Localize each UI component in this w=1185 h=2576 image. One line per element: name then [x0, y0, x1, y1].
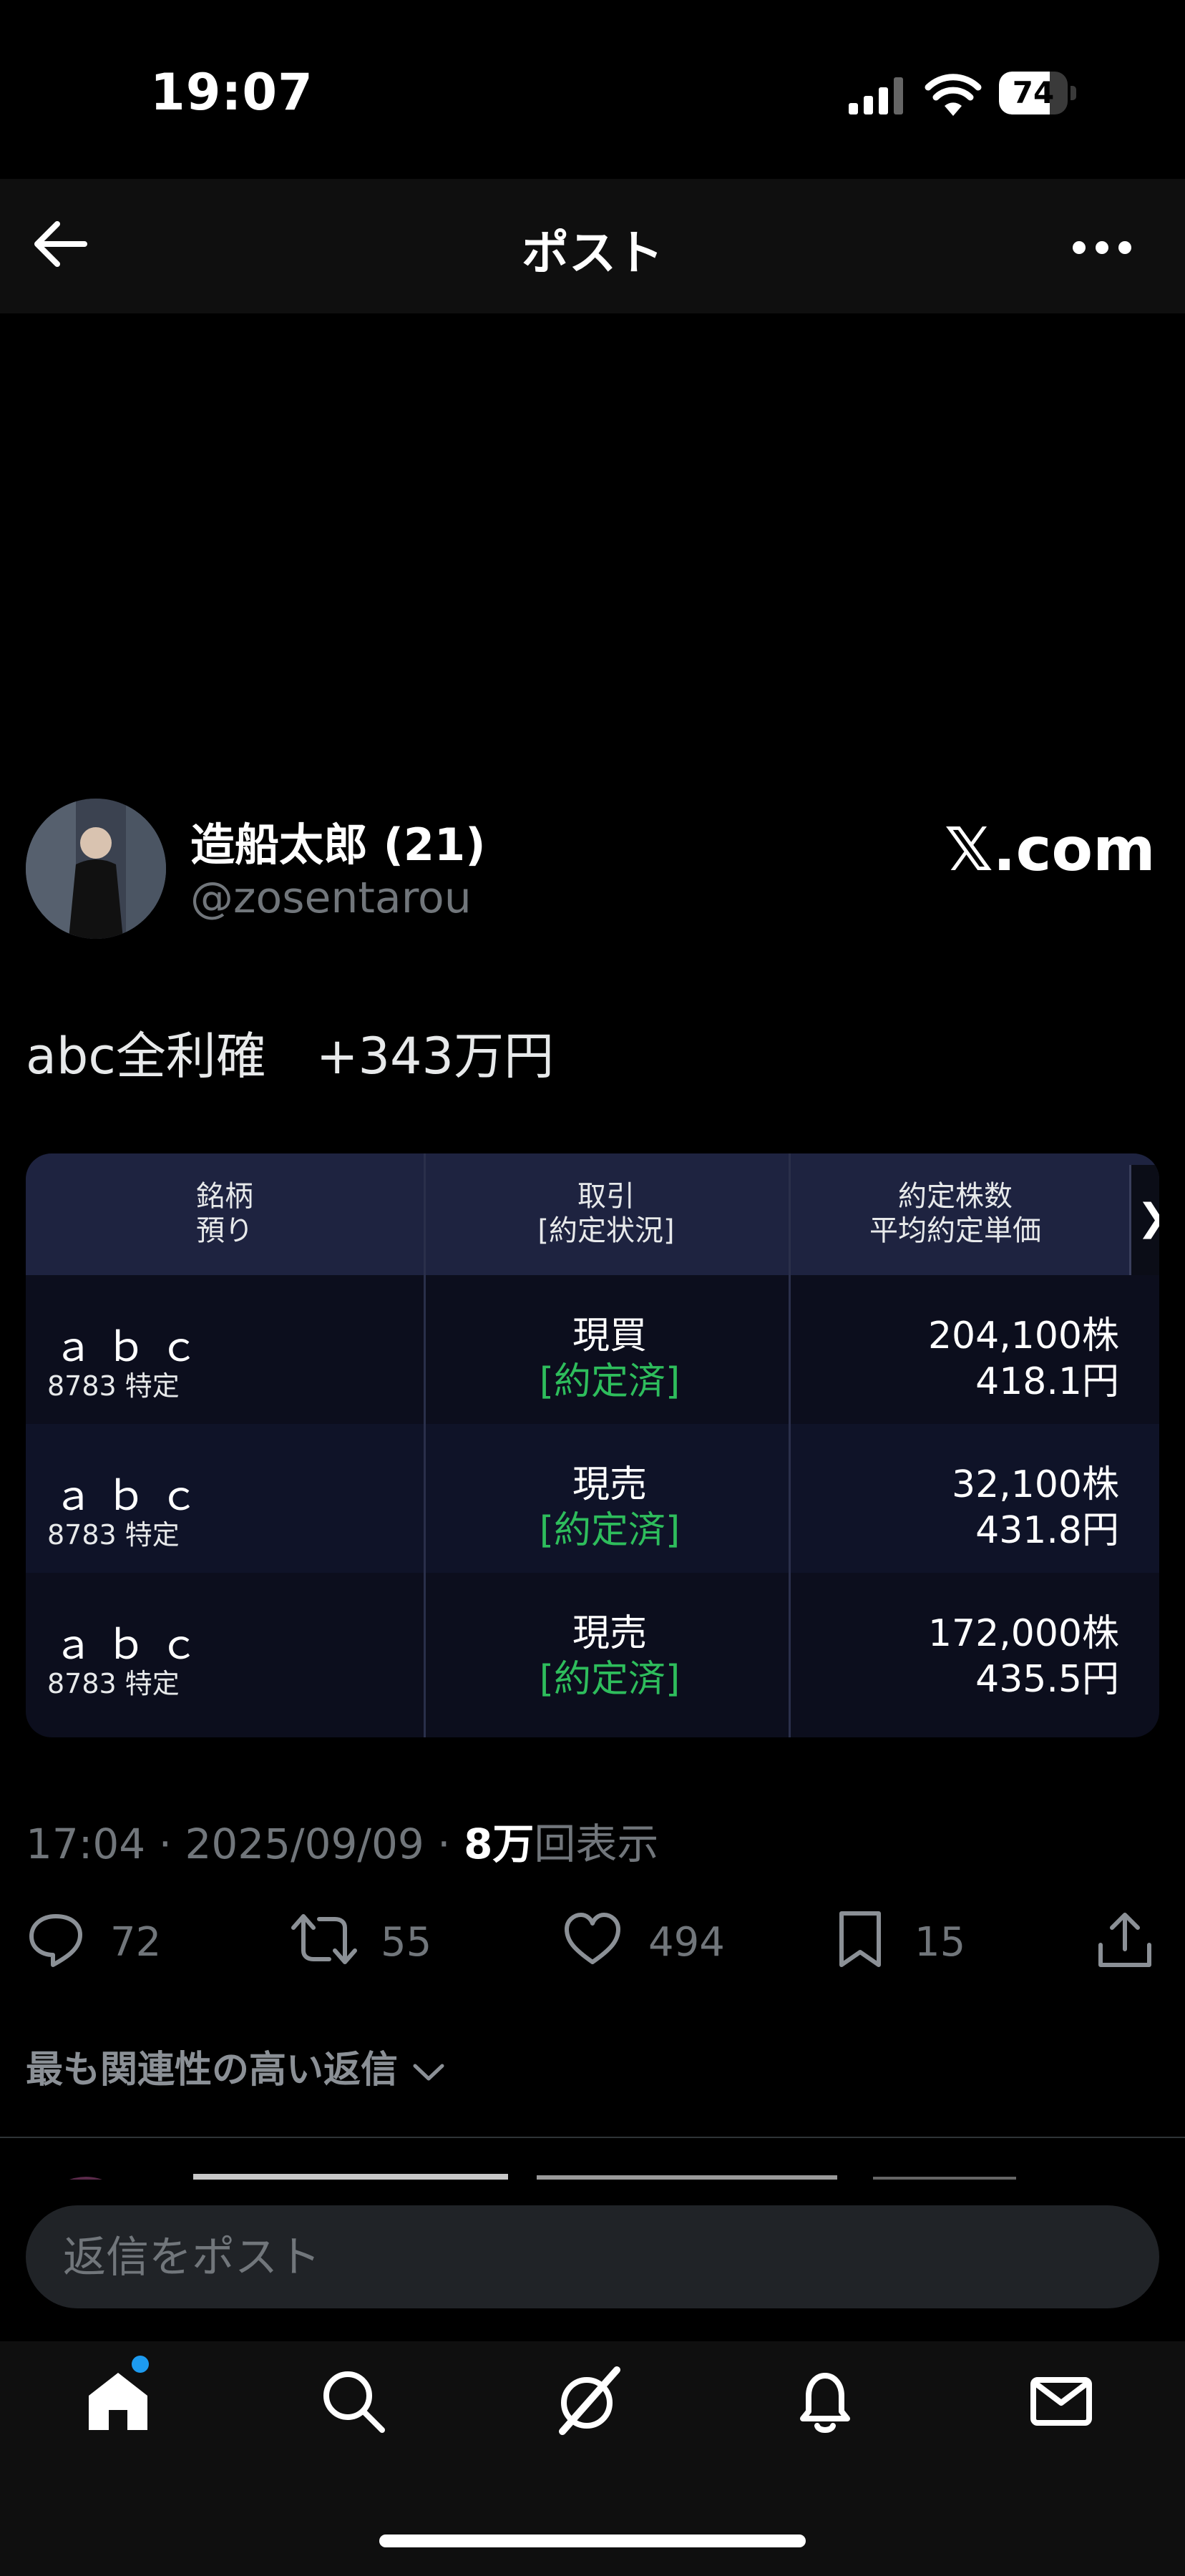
battery-icon: 74	[999, 72, 1078, 114]
table-header-row: 銘柄預り 取引[約定状況] 約定株数平均約定単価 ❯	[26, 1153, 1159, 1275]
tab-messages[interactable]	[1022, 2361, 1101, 2440]
battery-percent: 74	[1012, 75, 1055, 110]
author-handle[interactable]: @zosentarou	[190, 873, 472, 923]
more-horizontal-icon	[1073, 241, 1131, 254]
cellular-signal-icon	[849, 77, 906, 114]
bookmark-count: 15	[915, 1919, 966, 1966]
view-label: 回表示	[534, 1820, 659, 1868]
mail-icon	[1030, 2377, 1092, 2426]
table-header-cell: 約定株数 平均約定単価	[869, 1180, 1041, 1247]
divider	[0, 2137, 1185, 2138]
home-indicator	[379, 2534, 806, 2547]
view-count: 8万	[464, 1820, 535, 1868]
post-timestamp: 17:04 · 2025/09/09 ·	[26, 1820, 464, 1868]
table-row: ａｂｃ 8783 特定 現売 [約定済] 32,100株 431.8円	[26, 1424, 1159, 1573]
bookmark-button[interactable]: 15	[834, 1909, 977, 1974]
repost-icon	[291, 1914, 357, 1964]
bell-icon	[800, 2373, 850, 2433]
like-count: 494	[648, 1919, 725, 1966]
more-options-button[interactable]	[1066, 219, 1138, 276]
page-title: ポスト	[522, 225, 663, 280]
table-header-cell: 銘柄 預り	[196, 1180, 253, 1247]
status-time: 19:07	[150, 63, 313, 122]
post-image-trade-table[interactable]: 銘柄預り 取引[約定状況] 約定株数平均約定単価 ❯ ａｂｃ 8783 特定 現…	[26, 1153, 1159, 1737]
reply-sort-label: 最も関連性の高い返信	[26, 2049, 399, 2092]
share-button[interactable]	[1095, 1909, 1159, 1974]
repost-button[interactable]: 55	[291, 1909, 448, 1974]
wifi-icon	[925, 72, 982, 117]
grok-icon	[559, 2366, 620, 2435]
tab-notifications[interactable]	[786, 2361, 864, 2440]
notification-dot	[132, 2356, 149, 2373]
search-icon	[323, 2371, 385, 2433]
post-text: abc全利確 +343万円	[26, 1027, 555, 1085]
table-header-cell: 取引 [約定状況]	[537, 1180, 675, 1247]
table-row: ａｂｃ 8783 特定 現売 [約定済] 172,000株 435.5円	[47, 1612, 1119, 1701]
repost-count: 55	[381, 1919, 432, 1966]
like-button[interactable]: 494	[562, 1909, 734, 1974]
bookmark-icon	[839, 1911, 881, 1967]
tab-home[interactable]	[79, 2356, 157, 2440]
tab-search[interactable]	[313, 2361, 392, 2440]
tab-grok[interactable]	[550, 2361, 628, 2440]
heart-icon	[565, 1913, 620, 1964]
reply-icon	[29, 1914, 82, 1967]
avatar[interactable]	[26, 799, 166, 939]
reply-input[interactable]	[62, 2205, 1123, 2310]
chevron-down-icon	[413, 2064, 444, 2081]
reply-sort-dropdown[interactable]: 最も関連性の高い返信	[26, 2039, 447, 2093]
source-label[interactable]: 𝕏.com	[945, 814, 1156, 884]
share-icon	[1098, 1913, 1151, 1967]
table-row: ａｂｃ 8783 特定 現買 [約定済] 204,100株 418.1円	[47, 1314, 1119, 1403]
reply-input-container[interactable]	[26, 2205, 1159, 2310]
scroll-right-icon: ❯	[1129, 1165, 1159, 1275]
author-name[interactable]: 造船太郎 (21)	[190, 809, 486, 873]
reply-button[interactable]: 72	[26, 1909, 183, 1974]
post-meta: 17:04 · 2025/09/09 · 8万回表示	[26, 1810, 658, 1870]
reply-count: 72	[110, 1919, 162, 1966]
home-icon	[89, 2373, 147, 2430]
